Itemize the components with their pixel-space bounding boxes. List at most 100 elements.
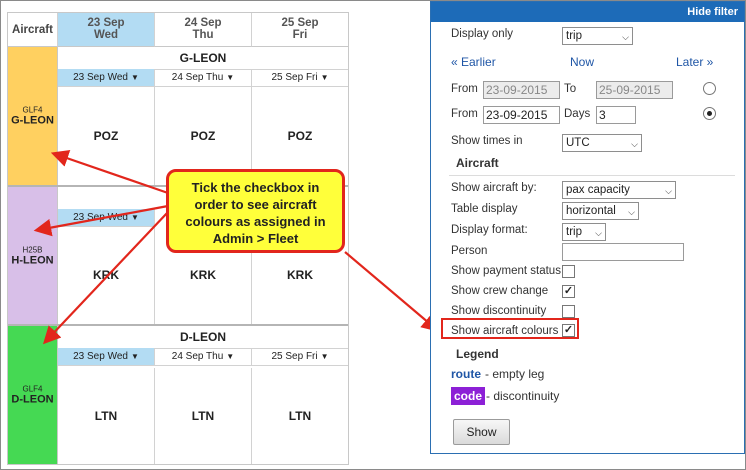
legend-route-sample: route <box>451 367 481 381</box>
earlier-link[interactable]: « Earlier <box>451 55 496 69</box>
show-aircraft-by-select[interactable]: pax capacity ⌵ <box>562 181 676 199</box>
days-label: Days <box>564 108 591 120</box>
caret-down-icon: ▼ <box>226 73 235 82</box>
aircraft-registration: G-LEON <box>11 114 54 127</box>
legend-code-desc: - discontinuity <box>486 389 560 403</box>
show-button[interactable]: Show <box>453 419 510 445</box>
day-selector[interactable]: 24 Sep Thu ▼ <box>155 69 252 87</box>
chevron-down-icon: ⌵ <box>622 32 629 42</box>
select-value: trip <box>566 30 582 42</box>
days-input[interactable]: 3 <box>596 106 636 124</box>
day-header-1[interactable]: 23 Sep Wed <box>58 13 155 47</box>
day-header-date: 24 Sep <box>184 17 222 29</box>
day-header-3[interactable]: 25 Sep Fri <box>252 13 348 47</box>
table-display-select[interactable]: horizontal ⌵ <box>562 202 639 220</box>
display-format-label: Display format: <box>451 224 528 236</box>
flight-cell[interactable]: POZ <box>58 87 155 185</box>
aircraft-name-header: D-LEON <box>58 326 348 349</box>
chevron-down-icon: ⌵ <box>665 186 672 196</box>
person-input[interactable] <box>562 243 684 261</box>
chevron-down-icon: ⌵ <box>595 228 602 238</box>
select-value: horizontal <box>566 205 616 217</box>
day-selector-label: 24 Sep Thu <box>171 351 224 362</box>
chevron-down-icon: ⌵ <box>628 207 635 217</box>
range-to-input[interactable]: 25-09-2015 <box>596 81 673 99</box>
range-from-input[interactable]: 23-09-2015 <box>483 81 560 99</box>
payment-status-label: Show payment status <box>451 265 561 277</box>
day-header-date: 23 Sep <box>87 17 125 29</box>
to-label: To <box>564 83 577 95</box>
day-selector[interactable]: 23 Sep Wed ▼ <box>58 209 155 227</box>
display-only-label: Display only <box>451 28 513 40</box>
person-label: Person <box>451 245 488 257</box>
from-label: From <box>451 83 478 95</box>
callout-line: Tick the checkbox in <box>191 180 320 195</box>
select-value: pax capacity <box>566 184 630 196</box>
day-header-date: 25 Sep <box>281 17 319 29</box>
caret-down-icon: ▼ <box>130 213 139 222</box>
aircraft-cell[interactable]: GLF4 D-LEON <box>8 326 58 464</box>
hide-filter-link[interactable]: Hide filter <box>431 2 744 22</box>
chevron-down-icon: ⌵ <box>631 139 638 149</box>
aircraft-row-g-leon: GLF4 G-LEON G-LEON 23 Sep Wed ▼ 24 Sep Th… <box>8 47 348 187</box>
day-selector[interactable]: 25 Sep Fri ▼ <box>252 69 348 87</box>
caret-down-icon: ▼ <box>226 352 235 361</box>
aircraft-cell[interactable]: H25B H-LEON <box>8 187 58 324</box>
display-only-select[interactable]: trip ⌵ <box>562 27 633 45</box>
day-selector[interactable]: 25 Sep Fri ▼ <box>252 348 348 366</box>
aircraft-cell[interactable]: GLF4 G-LEON <box>8 47 58 185</box>
payment-status-checkbox[interactable] <box>562 265 575 278</box>
highlight-box <box>441 318 579 339</box>
legend-code-sample: code <box>451 387 486 405</box>
from-days-radio[interactable] <box>703 107 716 120</box>
tip-callout: Tick the checkbox in order to see aircra… <box>166 169 345 253</box>
day-selector-label: 23 Sep Wed <box>73 351 128 362</box>
day-selector-label: 25 Sep Fri <box>271 351 318 362</box>
from-days-label: From <box>451 108 478 120</box>
day-header-weekday: Wed <box>93 29 119 41</box>
aircraft-registration: D-LEON <box>11 393 54 406</box>
aircraft-section-title: Aircraft <box>456 156 499 170</box>
crew-change-checkbox[interactable]: ✓ <box>562 285 575 298</box>
flight-cell[interactable]: KRK <box>58 226 155 324</box>
date-range-radio[interactable] <box>703 82 716 95</box>
callout-line: Admin > Fleet <box>212 231 299 246</box>
aircraft-type: GLF4 <box>22 384 43 394</box>
day-selector[interactable]: 23 Sep Wed ▼ <box>58 348 155 366</box>
flight-cell[interactable]: LTN <box>155 368 252 464</box>
discontinuity-checkbox[interactable] <box>562 305 575 318</box>
table-display-label: Table display <box>451 203 518 215</box>
section-divider <box>449 175 735 176</box>
flight-cell[interactable]: LTN <box>252 368 348 464</box>
legend-route-desc: - empty leg <box>485 367 545 381</box>
aircraft-type: GLF4 <box>22 105 43 115</box>
day-header-2[interactable]: 24 Sep Thu <box>155 13 252 47</box>
crew-change-label: Show crew change <box>451 285 549 297</box>
discontinuity-label: Show discontinuity <box>451 305 547 317</box>
day-selector-label: 25 Sep Fri <box>271 72 318 83</box>
select-value: UTC <box>566 137 590 149</box>
aircraft-type: H25B <box>22 245 43 254</box>
callout-line: order to see aircraft <box>194 197 317 212</box>
day-selector-label: 24 Sep Thu <box>171 72 224 83</box>
show-times-select[interactable]: UTC ⌵ <box>562 134 642 152</box>
aircraft-column-header: Aircraft <box>8 13 58 47</box>
day-selector[interactable]: 23 Sep Wed ▼ <box>58 69 155 87</box>
flight-cell[interactable]: LTN <box>58 368 155 464</box>
display-format-select[interactable]: trip ⌵ <box>562 223 606 241</box>
aircraft-name-header: G-LEON <box>58 47 348 70</box>
day-selector[interactable]: 24 Sep Thu ▼ <box>155 348 252 366</box>
day-selector-label: 23 Sep Wed <box>73 212 128 223</box>
caret-down-icon: ▼ <box>130 352 139 361</box>
aircraft-registration: H-LEON <box>11 254 54 266</box>
day-header-weekday: Thu <box>192 29 214 41</box>
later-link[interactable]: Later » <box>676 55 713 69</box>
from-date-input[interactable]: 23-09-2015 <box>483 106 560 124</box>
show-times-label: Show times in <box>451 135 523 147</box>
aircraft-row-d-leon: GLF4 D-LEON D-LEON 23 Sep Wed ▼ 24 Sep Th… <box>8 326 348 464</box>
caret-down-icon: ▼ <box>320 73 329 82</box>
day-selector-label: 23 Sep Wed <box>73 72 128 83</box>
legend-title: Legend <box>456 347 499 361</box>
show-aircraft-by-label: Show aircraft by: <box>451 182 537 194</box>
now-link[interactable]: Now <box>570 55 594 69</box>
